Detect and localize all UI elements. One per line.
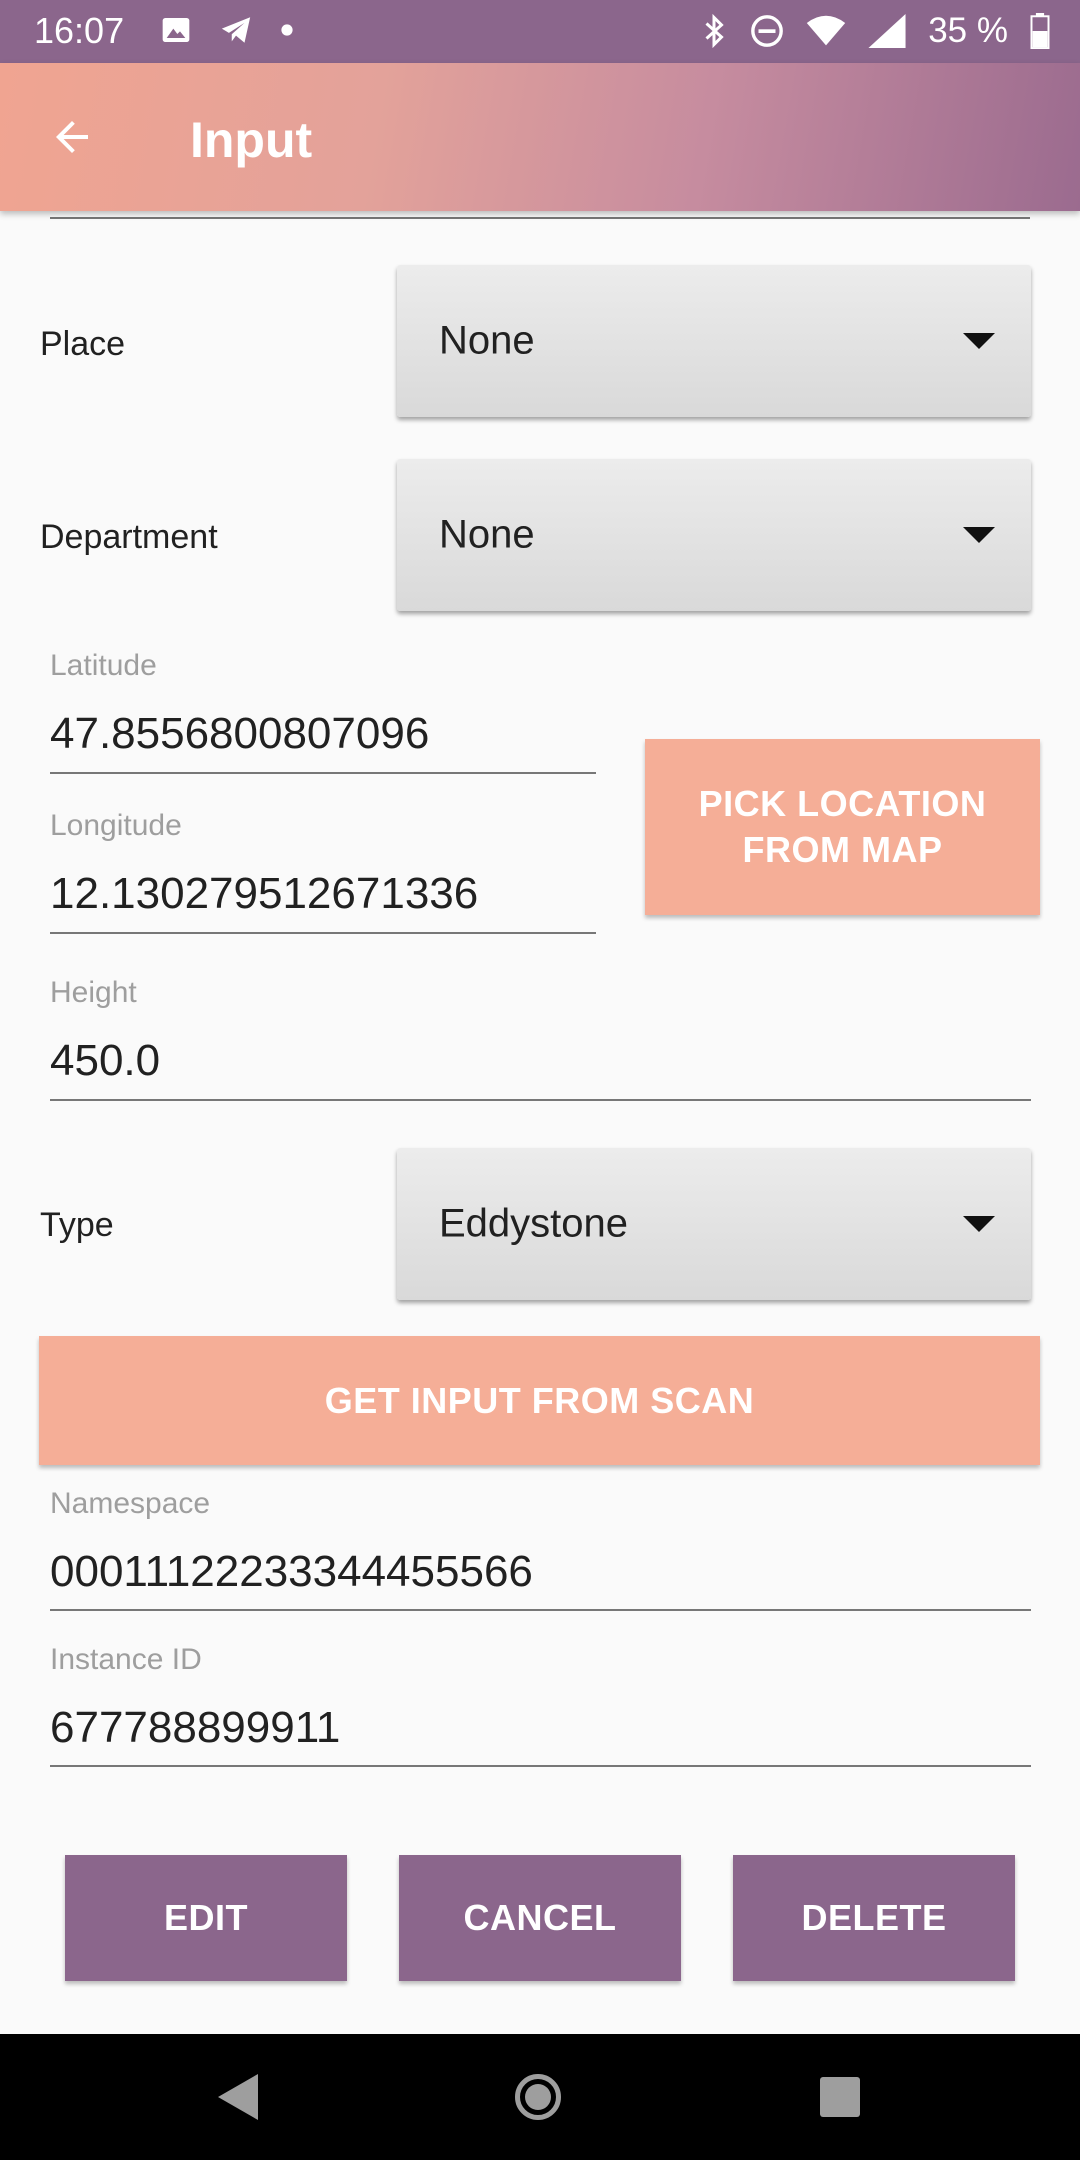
namespace-label: Namespace bbox=[50, 1487, 211, 1520]
page-title: Input bbox=[190, 112, 313, 168]
image-icon bbox=[162, 18, 190, 42]
longitude-underline bbox=[50, 932, 596, 934]
department-dropdown[interactable]: None bbox=[397, 459, 1031, 611]
form-content[interactable]: Place None Department None Latitude 47.8… bbox=[0, 211, 1080, 2034]
type-dropdown-value: Eddystone bbox=[439, 1201, 629, 1246]
status-right-icons: 35 % bbox=[700, 11, 1050, 51]
app-bar: Input bbox=[0, 63, 1080, 211]
instance-id-underline bbox=[50, 1765, 1031, 1767]
place-dropdown-value: None bbox=[439, 318, 535, 363]
department-dropdown-value: None bbox=[439, 512, 535, 557]
do-not-disturb-icon bbox=[751, 15, 784, 47]
pick-location-button[interactable]: PICK LOCATION FROM MAP bbox=[645, 739, 1040, 915]
namespace-underline bbox=[50, 1609, 1031, 1611]
navigation-bar bbox=[0, 2034, 1080, 2160]
arrow-back-icon[interactable] bbox=[48, 113, 96, 161]
nav-recents-icon[interactable] bbox=[820, 2077, 860, 2117]
edit-button[interactable]: EDIT bbox=[65, 1855, 347, 1981]
dropdown-arrow-icon bbox=[963, 527, 995, 543]
latitude-underline bbox=[50, 772, 596, 774]
status-left-icons bbox=[160, 13, 294, 47]
height-label: Height bbox=[50, 976, 137, 1009]
dot-icon bbox=[281, 24, 293, 36]
latitude-label: Latitude bbox=[50, 649, 157, 682]
cancel-button[interactable]: CANCEL bbox=[399, 1855, 681, 1981]
scan-button-label: GET INPUT FROM SCAN bbox=[324, 1379, 755, 1421]
place-dropdown[interactable]: None bbox=[397, 265, 1031, 417]
delete-button-label: DELETE bbox=[801, 1897, 947, 1938]
cancel-button-label: CANCEL bbox=[463, 1897, 617, 1938]
wifi-icon bbox=[807, 15, 846, 46]
instance-id-input[interactable]: 677788899911 bbox=[50, 1703, 340, 1753]
department-label: Department bbox=[40, 518, 218, 556]
bluetooth-icon bbox=[705, 13, 724, 49]
nav-back-icon[interactable] bbox=[218, 2074, 258, 2120]
place-label: Place bbox=[40, 325, 126, 363]
edit-button-label: EDIT bbox=[163, 1897, 248, 1938]
delete-button[interactable]: DELETE bbox=[733, 1855, 1015, 1981]
battery-percent: 35 % bbox=[928, 11, 1008, 50]
longitude-input[interactable]: 12.130279512671336 bbox=[50, 869, 478, 919]
nav-home-icon[interactable] bbox=[515, 2074, 561, 2120]
type-dropdown[interactable]: Eddystone bbox=[397, 1148, 1031, 1300]
status-time: 16:07 bbox=[34, 10, 125, 51]
longitude-label: Longitude bbox=[50, 809, 182, 842]
height-underline bbox=[50, 1099, 1031, 1101]
status-bar: 16:07 35 % bbox=[0, 0, 1080, 63]
battery-icon bbox=[1030, 13, 1050, 49]
type-label: Type bbox=[40, 1206, 114, 1244]
signal-icon bbox=[868, 14, 906, 48]
dropdown-arrow-icon bbox=[963, 1216, 995, 1232]
telegram-icon bbox=[221, 17, 251, 43]
instance-id-label: Instance ID bbox=[50, 1643, 202, 1676]
previous-field-underline bbox=[50, 217, 1030, 219]
latitude-input[interactable]: 47.8556800807096 bbox=[50, 709, 429, 759]
namespace-input[interactable]: 00011122233344455566 bbox=[50, 1547, 533, 1597]
get-input-from-scan-button[interactable]: GET INPUT FROM SCAN bbox=[39, 1336, 1040, 1465]
height-input[interactable]: 450.0 bbox=[50, 1036, 160, 1086]
dropdown-arrow-icon bbox=[963, 333, 995, 349]
pick-location-label: PICK LOCATION FROM MAP bbox=[698, 783, 987, 870]
